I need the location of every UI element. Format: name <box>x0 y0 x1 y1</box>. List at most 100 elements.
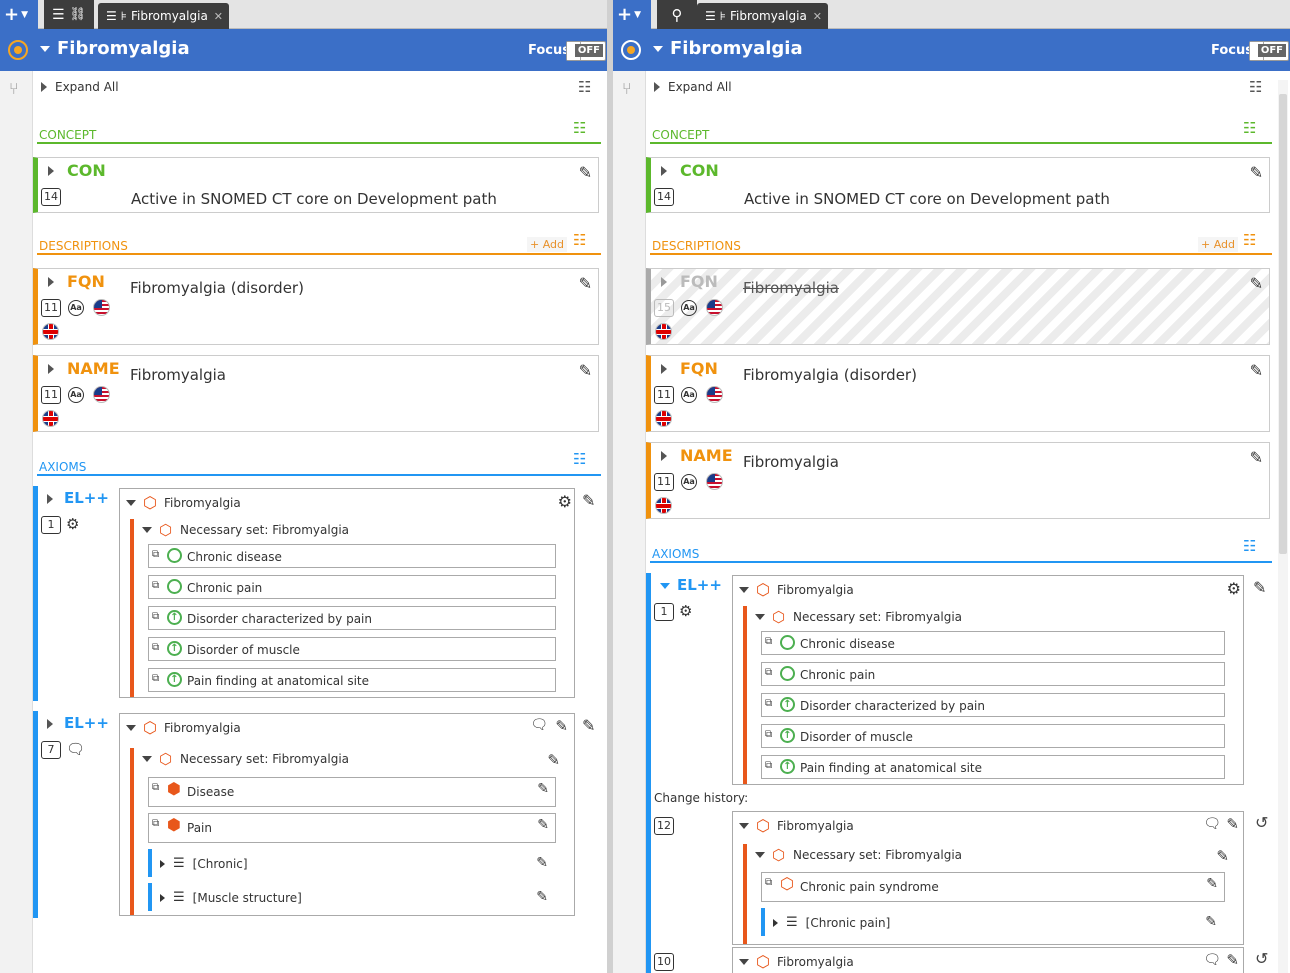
add-tab-button[interactable]: + ▼ <box>613 0 651 29</box>
tab-concept[interactable]: ☰ ⊧ Fibromyalgia ✕ <box>98 3 230 29</box>
scrollbar-thumb[interactable] <box>1279 94 1287 554</box>
version-badge[interactable]: 14 <box>654 188 674 206</box>
caret-down-icon[interactable] <box>142 527 152 533</box>
version-badge[interactable]: 11 <box>41 299 61 317</box>
pencil-icon[interactable]: ✎ <box>582 491 595 510</box>
external-link-icon[interactable]: ⧉ <box>152 818 159 829</box>
version-badge[interactable]: 15 <box>654 299 674 317</box>
external-link-icon[interactable]: ⧉ <box>152 782 159 793</box>
list-item[interactable]: ⧉ Chronic pain <box>148 575 556 599</box>
revert-icon[interactable]: ↺ <box>1255 813 1268 832</box>
target-icon[interactable] <box>621 40 641 60</box>
external-link-icon[interactable]: ⧉ <box>765 760 772 771</box>
pencil-icon[interactable]: ✎ <box>555 717 568 735</box>
caret-down-icon[interactable] <box>739 823 749 829</box>
pencil-icon[interactable]: ✎ <box>1250 274 1263 293</box>
pencil-icon[interactable]: ✎ <box>1250 361 1263 380</box>
caret-right-icon[interactable] <box>661 277 667 287</box>
expand-all-button[interactable]: Expand All <box>654 80 732 94</box>
pencil-icon[interactable]: ✎ <box>1216 847 1229 865</box>
comment-icon[interactable]: 🗨 <box>1203 816 1221 832</box>
comment-icon[interactable]: 🗨 <box>530 717 548 733</box>
gears-icon[interactable]: ⚙ <box>1227 579 1241 598</box>
external-link-icon[interactable]: ⧉ <box>765 698 772 709</box>
caret-down-icon[interactable] <box>755 614 765 620</box>
pencil-icon[interactable]: ✎ <box>579 163 592 182</box>
list-item[interactable]: ⧉ ↑ Disorder of muscle <box>761 724 1225 748</box>
pencil-icon[interactable]: ✎ <box>1250 448 1263 467</box>
pencil-icon[interactable]: ✎ <box>1226 815 1239 833</box>
caret-down-icon[interactable] <box>739 587 749 593</box>
caret-right-icon[interactable] <box>773 918 778 927</box>
descriptions-filter-icon[interactable]: ☷ <box>573 231 586 249</box>
external-link-icon[interactable]: ⧉ <box>765 877 772 888</box>
descriptions-filter-icon[interactable]: ☷ <box>1243 231 1256 249</box>
chevron-down-icon[interactable] <box>40 46 50 52</box>
external-link-icon[interactable]: ⧉ <box>765 729 772 740</box>
comment-icon[interactable]: 🗨 <box>1203 952 1221 968</box>
list-item[interactable]: ⧉ Chronic pain <box>761 662 1225 686</box>
pencil-icon[interactable]: ✎ <box>537 781 549 797</box>
external-link-icon[interactable]: ⧉ <box>152 549 159 560</box>
pencil-icon[interactable]: ✎ <box>579 361 592 380</box>
history-version-badge[interactable]: 12 <box>654 817 674 835</box>
list-item[interactable]: ⧉ ↑ Disorder characterized by pain <box>148 606 556 630</box>
version-badge[interactable]: 11 <box>654 473 674 491</box>
caret-down-icon[interactable] <box>660 583 670 589</box>
settings-sliders-icon[interactable]: ☷ <box>578 78 591 96</box>
add-description-button[interactable]: + Add <box>1197 237 1238 252</box>
focus-toggle[interactable]: OFF <box>1249 41 1289 61</box>
caret-right-icon[interactable] <box>661 166 667 176</box>
caret-right-icon[interactable] <box>160 859 165 868</box>
list-item[interactable]: ⧉ ↑ Disorder characterized by pain <box>761 693 1225 717</box>
external-link-icon[interactable]: ⧉ <box>152 611 159 622</box>
pencil-icon[interactable]: ✎ <box>582 716 595 735</box>
external-link-icon[interactable]: ⧉ <box>152 580 159 591</box>
concept-filter-icon[interactable]: ☷ <box>573 119 586 137</box>
chevron-down-icon[interactable] <box>653 46 663 52</box>
version-badge[interactable]: 1 <box>41 516 61 534</box>
pencil-icon[interactable]: ✎ <box>537 817 549 833</box>
search-button[interactable]: ⚲ <box>657 0 697 29</box>
caret-right-icon[interactable] <box>160 893 165 902</box>
branch-icon[interactable]: ⑂ <box>9 79 19 98</box>
expand-all-button[interactable]: Expand All <box>41 80 119 94</box>
external-link-icon[interactable]: ⧉ <box>152 642 159 653</box>
revert-icon[interactable]: ↺ <box>1255 949 1268 968</box>
caret-down-icon[interactable] <box>739 959 749 965</box>
concept-filter-icon[interactable]: ☷ <box>1243 119 1256 137</box>
caret-right-icon[interactable] <box>47 494 53 504</box>
list-item[interactable]: ⧉ ↑ Pain finding at anatomical site <box>148 668 556 692</box>
pencil-icon[interactable]: ✎ <box>536 889 548 905</box>
add-description-button[interactable]: + Add <box>526 237 567 252</box>
caret-right-icon[interactable] <box>48 166 54 176</box>
pencil-icon[interactable]: ✎ <box>1205 914 1217 930</box>
caret-right-icon[interactable] <box>661 451 667 461</box>
branch-icon[interactable]: ⑂ <box>622 79 632 98</box>
version-badge[interactable]: 1 <box>654 603 674 621</box>
role-group[interactable]: ☰ [Chronic pain] ✎ <box>761 908 1225 936</box>
caret-down-icon[interactable] <box>755 852 765 858</box>
pencil-icon[interactable]: ✎ <box>1206 876 1218 892</box>
pencil-icon[interactable]: ✎ <box>579 274 592 293</box>
external-link-icon[interactable]: ⧉ <box>765 636 772 647</box>
list-item[interactable]: ⧉ Chronic disease <box>761 631 1225 655</box>
caret-right-icon[interactable] <box>48 364 54 374</box>
version-badge[interactable]: 14 <box>41 188 61 206</box>
list-item[interactable]: ⧉ ⬢ Disease ✎ <box>148 777 556 807</box>
caret-right-icon[interactable] <box>661 364 667 374</box>
external-link-icon[interactable]: ⧉ <box>765 667 772 678</box>
target-icon[interactable] <box>8 40 28 60</box>
tab-concept[interactable]: ☰ ⊧ Fibromyalgia ✕ <box>697 3 829 29</box>
list-item[interactable]: ⧉ ⬢ Pain ✎ <box>148 813 556 843</box>
axioms-filter-icon[interactable]: ☷ <box>573 450 586 468</box>
version-badge[interactable]: 11 <box>41 386 61 404</box>
list-item[interactable]: ⧉ ⬡ Chronic pain syndrome ✎ <box>761 872 1225 902</box>
caret-right-icon[interactable] <box>47 719 53 729</box>
pencil-icon[interactable]: ✎ <box>536 855 548 871</box>
role-group[interactable]: ☰ [Muscle structure] ✎ <box>148 883 556 911</box>
pencil-icon[interactable]: ✎ <box>1226 951 1239 969</box>
close-icon[interactable]: ✕ <box>214 10 223 23</box>
history-version-badge[interactable]: 10 <box>654 953 674 971</box>
settings-sliders-icon[interactable]: ☷ <box>1249 78 1262 96</box>
